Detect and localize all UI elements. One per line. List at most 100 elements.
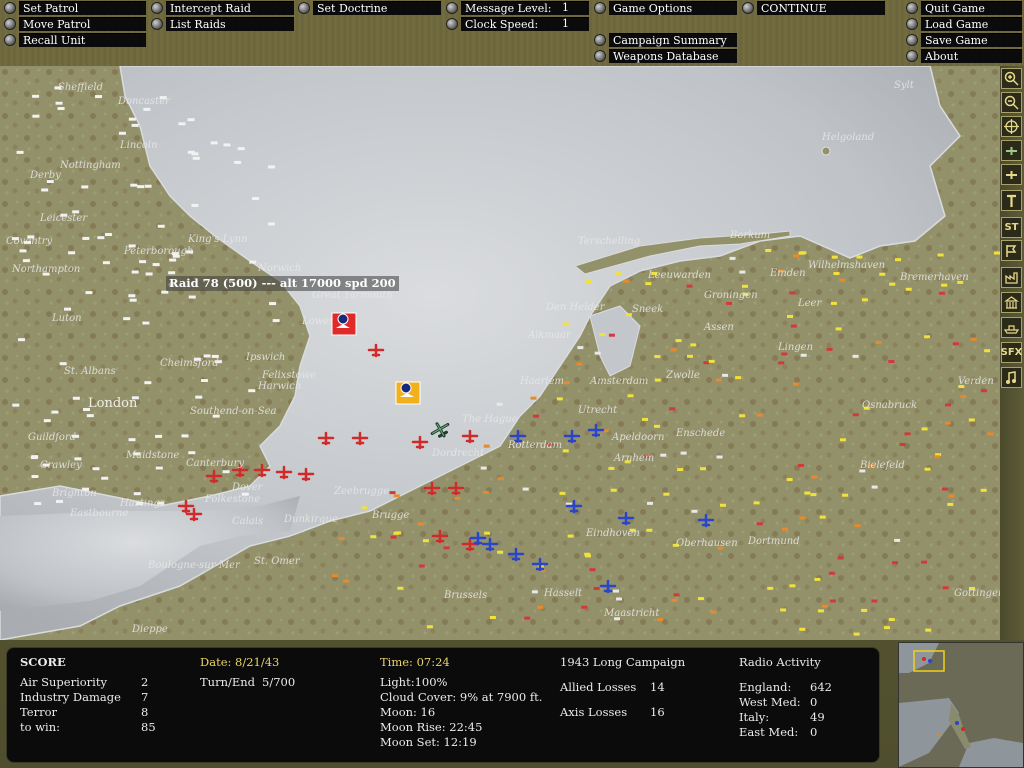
move-patrol-button[interactable]: Move Patrol bbox=[4, 17, 146, 31]
label-felixstowe: Felixstowe bbox=[261, 370, 316, 381]
label-northampton: Northampton bbox=[11, 264, 80, 275]
label-terschelling: Terschelling bbox=[578, 236, 640, 247]
weapons-database-label: Weapons Database bbox=[609, 49, 737, 63]
minimap-unit bbox=[961, 727, 965, 731]
radio-row-label: England: bbox=[739, 680, 792, 694]
continent-marker bbox=[889, 282, 896, 286]
selected-raid-marker[interactable] bbox=[331, 312, 357, 336]
label-leicester: Leicester bbox=[39, 213, 88, 224]
airfield-yellow-icon[interactable] bbox=[1001, 164, 1022, 185]
continent-marker bbox=[810, 493, 817, 497]
continent-marker bbox=[921, 560, 928, 564]
clock-speed-control[interactable]: Clock Speed: 1 bbox=[446, 17, 589, 31]
continent-marker bbox=[799, 516, 806, 520]
quit-game-label: Quit Game bbox=[921, 1, 1022, 15]
airfield-marker bbox=[82, 236, 90, 240]
airfield-marker bbox=[237, 147, 245, 151]
hammer-icon[interactable] bbox=[1001, 190, 1022, 211]
continent-marker bbox=[612, 589, 619, 593]
list-raids-button[interactable]: List Raids bbox=[151, 17, 294, 31]
target-icon[interactable] bbox=[1001, 116, 1022, 137]
st-toggle-button[interactable]: ST bbox=[1001, 217, 1022, 238]
label-arnhem: Arnhem bbox=[613, 453, 654, 464]
continent-marker bbox=[888, 618, 895, 622]
continent-marker bbox=[646, 528, 653, 532]
game-options-label: Game Options bbox=[609, 1, 737, 15]
about-label: About bbox=[921, 49, 1022, 63]
top-menu-bar: Set Patrol Move Patrol Recall Unit Inter… bbox=[0, 0, 1024, 66]
set-patrol-button[interactable]: Set Patrol bbox=[4, 1, 146, 15]
weapons-database-button[interactable]: Weapons Database bbox=[594, 49, 737, 63]
airfield-marker bbox=[144, 381, 152, 385]
continent-marker bbox=[987, 432, 994, 436]
cloud-readout: Cloud Cover: 9% at 7900 ft. bbox=[380, 690, 543, 704]
continent-marker bbox=[883, 626, 890, 630]
radio-activity-title: Radio Activity bbox=[739, 655, 821, 669]
load-game-label: Load Game bbox=[921, 17, 1022, 31]
continent-marker bbox=[817, 609, 824, 613]
message-level-control[interactable]: Message Level: 1 bbox=[446, 1, 589, 15]
label-leer: Leer bbox=[797, 298, 822, 309]
axis-interceptor-marker[interactable] bbox=[395, 381, 421, 405]
sfx-toggle-button[interactable]: SFX bbox=[1001, 342, 1022, 363]
continent-marker bbox=[397, 586, 404, 590]
about-button[interactable]: About bbox=[906, 49, 1022, 63]
label-nottingham: Nottingham bbox=[59, 160, 121, 171]
airfield-green-icon[interactable] bbox=[1001, 140, 1022, 161]
airfield-marker bbox=[104, 233, 112, 237]
ship-icon[interactable] bbox=[1001, 317, 1022, 338]
flag-icon[interactable] bbox=[1001, 240, 1022, 261]
airfield-marker bbox=[234, 160, 242, 164]
continent-marker bbox=[960, 395, 967, 399]
continent-marker bbox=[697, 597, 704, 601]
label-coventry: Coventry bbox=[6, 236, 52, 247]
airfield-marker bbox=[19, 249, 27, 253]
label-assen: Assen bbox=[703, 322, 734, 333]
continent-marker bbox=[623, 279, 630, 283]
label-gottingen: Gottingen bbox=[954, 588, 1000, 599]
set-doctrine-button[interactable]: Set Doctrine bbox=[298, 1, 441, 15]
continent-marker bbox=[556, 397, 563, 401]
continent-marker bbox=[563, 381, 570, 385]
label-eastbourne: Eastbourne bbox=[69, 508, 128, 519]
label-dortmund: Dortmund bbox=[747, 536, 800, 547]
game-options-button[interactable]: Game Options bbox=[594, 1, 737, 15]
turn-label: Turn/End bbox=[200, 675, 256, 689]
airfield-marker bbox=[195, 395, 203, 399]
airfield-marker bbox=[187, 150, 195, 154]
continent-marker bbox=[968, 418, 975, 422]
button-led-icon bbox=[446, 2, 458, 14]
continent-marker bbox=[691, 509, 698, 513]
continent-marker bbox=[331, 574, 338, 578]
intercept-raid-button[interactable]: Intercept Raid bbox=[151, 1, 294, 15]
message-level-label: Message Level: bbox=[461, 1, 589, 15]
continent-marker bbox=[854, 524, 861, 528]
airfield-marker bbox=[155, 466, 163, 470]
continent-marker bbox=[719, 503, 726, 507]
continue-button[interactable]: CONTINUE bbox=[742, 1, 885, 15]
campaign-summary-button[interactable]: Campaign Summary bbox=[594, 33, 737, 47]
button-led-icon bbox=[4, 2, 16, 14]
minimap-unit bbox=[955, 721, 959, 725]
label-calais: Calais bbox=[232, 516, 263, 527]
building-icon[interactable] bbox=[1001, 292, 1022, 313]
label-emden: Emden bbox=[769, 268, 806, 279]
overview-minimap[interactable] bbox=[898, 642, 1024, 768]
load-game-button[interactable]: Load Game bbox=[906, 17, 1022, 31]
airfield-marker bbox=[68, 251, 76, 255]
zoom-in-icon[interactable] bbox=[1001, 68, 1022, 89]
quit-game-button[interactable]: Quit Game bbox=[906, 1, 1022, 15]
continent-marker bbox=[532, 414, 539, 418]
recall-unit-button[interactable]: Recall Unit bbox=[4, 33, 146, 47]
music-note-icon[interactable] bbox=[1001, 367, 1022, 388]
factory-icon[interactable] bbox=[1001, 267, 1022, 288]
strategic-map[interactable]: Sheffield Doncaster Lincoln Nottingham D… bbox=[0, 66, 1000, 640]
continent-marker bbox=[941, 283, 948, 287]
save-game-button[interactable]: Save Game bbox=[906, 33, 1022, 47]
label-oberhausen: Oberhausen bbox=[676, 538, 738, 549]
zoom-out-icon[interactable] bbox=[1001, 92, 1022, 113]
continent-marker bbox=[395, 531, 402, 535]
continent-marker bbox=[484, 531, 491, 535]
st-label: ST bbox=[1004, 222, 1019, 233]
continent-marker bbox=[585, 279, 592, 283]
